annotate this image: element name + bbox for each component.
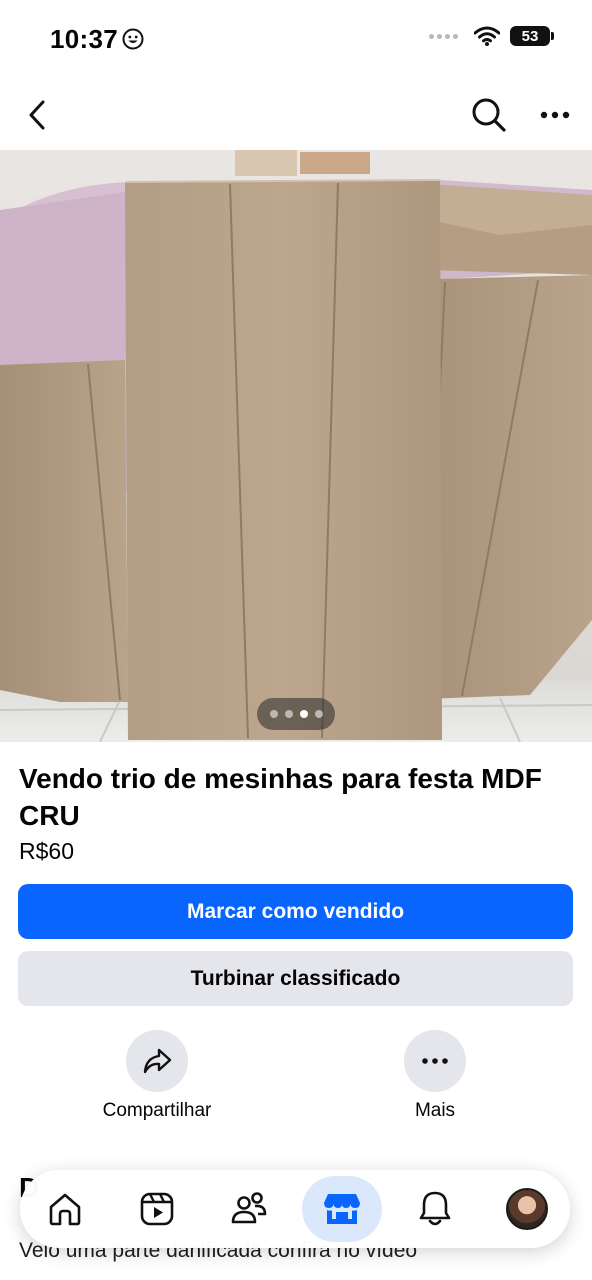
avatar <box>506 1188 548 1230</box>
listing-price: R$60 <box>19 838 74 864</box>
more-button[interactable] <box>404 1030 466 1092</box>
pager-dot <box>269 710 278 718</box>
ellipsis-icon <box>540 111 570 119</box>
listing-photo-image <box>0 150 592 742</box>
battery-indicator: 53 <box>510 26 554 46</box>
back-button[interactable] <box>12 90 62 140</box>
more-action[interactable]: Mais <box>355 1030 515 1122</box>
pager-dot-active <box>299 710 308 718</box>
tab-profile[interactable] <box>494 1176 560 1242</box>
pager-dot <box>284 710 293 718</box>
share-label: Compartilhar <box>102 1100 212 1121</box>
bottom-tab-bar <box>20 1170 570 1248</box>
more-label: Mais <box>414 1100 456 1121</box>
tab-home[interactable] <box>32 1176 98 1242</box>
tab-reels[interactable] <box>124 1176 190 1242</box>
marketplace-icon <box>324 1194 360 1224</box>
ellipsis-icon <box>422 1058 448 1064</box>
status-bar: 10:37 53 <box>0 0 592 80</box>
wifi-icon <box>474 26 500 46</box>
top-nav-bar <box>0 80 592 150</box>
cellular-signal-icon <box>429 33 458 39</box>
search-button[interactable] <box>464 90 514 140</box>
listing-title: Vendo trio de mesinhas para festa MDF CR… <box>19 763 542 831</box>
share-button[interactable] <box>126 1030 188 1092</box>
video-icon <box>140 1192 174 1226</box>
status-indicators: 53 <box>429 26 554 46</box>
share-icon <box>143 1048 172 1074</box>
tab-notifications[interactable] <box>402 1176 468 1242</box>
tab-friends[interactable] <box>216 1176 282 1242</box>
bell-icon <box>419 1191 451 1226</box>
status-time: 10:37 <box>50 24 118 54</box>
photo-pager[interactable] <box>257 698 335 730</box>
pager-dot <box>314 710 323 718</box>
chevron-left-icon <box>29 100 45 130</box>
home-icon <box>49 1193 81 1226</box>
friends-icon <box>231 1192 267 1224</box>
search-icon <box>472 98 506 132</box>
mark-as-sold-button[interactable]: Marcar como vendido <box>18 884 573 939</box>
tab-marketplace[interactable] <box>302 1176 382 1242</box>
smiley-icon <box>122 28 144 50</box>
battery-level: 53 <box>521 27 539 45</box>
boost-listing-button[interactable]: Turbinar classificado <box>18 951 573 1006</box>
share-action[interactable]: Compartilhar <box>77 1030 237 1122</box>
listing-photo[interactable] <box>0 150 592 742</box>
more-options-button[interactable] <box>530 90 580 140</box>
